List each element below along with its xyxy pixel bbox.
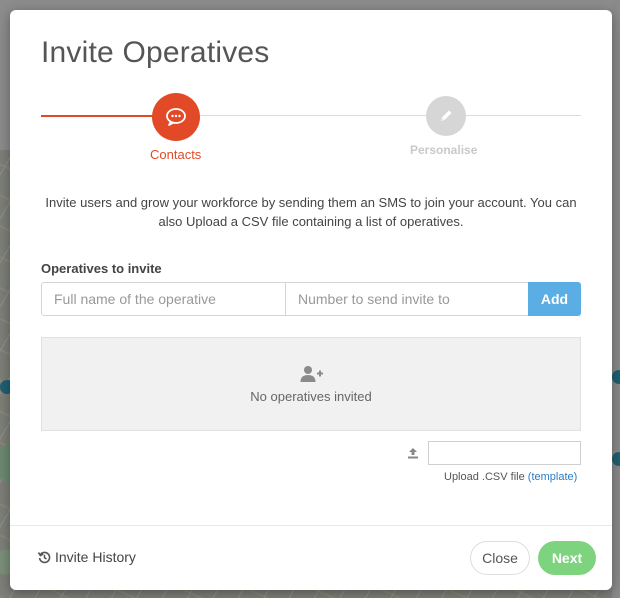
invite-history-link[interactable]: Invite History <box>38 549 136 565</box>
template-link[interactable]: (template) <box>528 471 578 483</box>
invited-operatives-list: No operatives invited <box>41 337 581 431</box>
map-marker <box>612 452 620 466</box>
full-name-input[interactable] <box>41 282 286 316</box>
invite-operatives-modal: Invite Operatives Contacts Personalise I… <box>10 10 612 590</box>
add-button[interactable]: Add <box>528 282 581 316</box>
history-icon <box>38 551 51 563</box>
modal-description: Invite users and grow your workforce by … <box>45 195 577 229</box>
modal-title: Invite Operatives <box>41 36 270 69</box>
pencil-icon <box>441 110 452 121</box>
step-personalise[interactable] <box>426 96 466 136</box>
phone-number-input[interactable] <box>285 282 529 316</box>
step-contacts[interactable] <box>152 93 200 141</box>
step-label-personalise: Personalise <box>410 143 478 157</box>
csv-file-input[interactable] <box>428 441 581 465</box>
operatives-to-invite-label: Operatives to invite <box>41 261 162 276</box>
footer-divider <box>10 525 612 526</box>
chat-bubble-icon <box>166 108 186 126</box>
next-button[interactable]: Next <box>538 541 596 575</box>
map-marker <box>612 370 620 384</box>
empty-state-text: No operatives invited <box>250 389 372 404</box>
upload-icon[interactable] <box>407 447 419 459</box>
step-label-contacts: Contacts <box>150 147 202 162</box>
upload-caption: Upload .CSV file (template) <box>444 471 577 483</box>
upload-caption-text: Upload .CSV file <box>444 471 525 483</box>
add-user-icon <box>300 366 323 382</box>
background-right-edge <box>612 0 620 598</box>
invite-history-label: Invite History <box>55 549 136 565</box>
close-button[interactable]: Close <box>470 541 530 575</box>
stepper-remaining-line <box>176 115 581 116</box>
